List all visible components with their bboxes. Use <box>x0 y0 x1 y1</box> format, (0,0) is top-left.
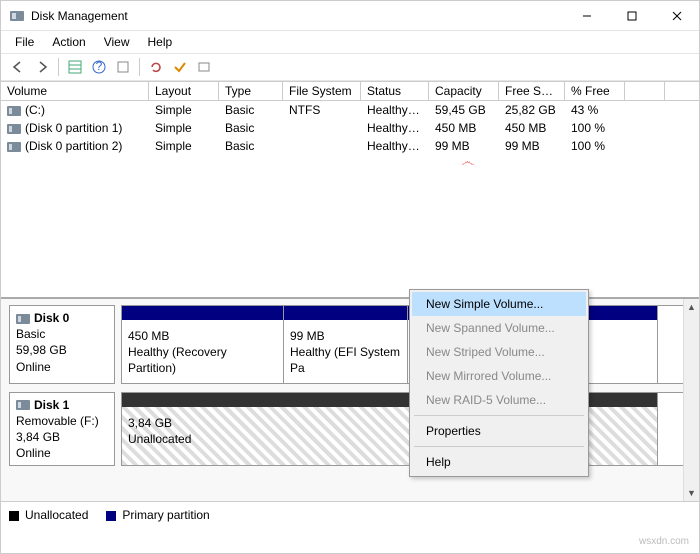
col-status[interactable]: Status <box>361 82 429 100</box>
forward-button[interactable] <box>31 56 53 78</box>
context-menu-item: New Mirrored Volume... <box>412 364 586 388</box>
disk-row: Disk 1Removable (F:)3,84 GBOnline3,84 GB… <box>1 386 699 469</box>
volume-columns-header: Volume Layout Type File System Status Ca… <box>1 81 699 101</box>
drive-icon <box>7 106 21 116</box>
close-button[interactable] <box>654 1 699 30</box>
disk-row: Disk 0Basic59,98 GBOnline450 MBHealthy (… <box>1 299 699 386</box>
drive-icon <box>7 124 21 134</box>
scroll-down-icon[interactable]: ▼ <box>684 485 699 501</box>
menu-view[interactable]: View <box>96 33 138 51</box>
context-menu-item: New RAID-5 Volume... <box>412 388 586 412</box>
svg-text:?: ? <box>96 60 103 73</box>
disk-partition-map: 450 MBHealthy (Recovery Partition)99 MBH… <box>121 305 691 384</box>
titlebar: Disk Management <box>1 1 699 31</box>
col-fs[interactable]: File System <box>283 82 361 100</box>
settings-icon[interactable] <box>112 56 134 78</box>
col-pct[interactable]: % Free <box>565 82 625 100</box>
context-menu-item: New Spanned Volume... <box>412 316 586 340</box>
menu-action[interactable]: Action <box>44 33 93 51</box>
flame-icon: ෴ <box>461 153 474 170</box>
disk-info[interactable]: Disk 0Basic59,98 GBOnline <box>9 305 115 384</box>
scroll-up-icon[interactable]: ▲ <box>684 299 699 315</box>
partition[interactable]: 450 MBHealthy (Recovery Partition) <box>122 306 284 383</box>
maximize-button[interactable] <box>609 1 654 30</box>
col-type[interactable]: Type <box>219 82 283 100</box>
volume-row[interactable]: (Disk 0 partition 1)SimpleBasicHealthy (… <box>1 119 699 137</box>
context-menu: New Simple Volume...New Spanned Volume..… <box>409 289 589 477</box>
legend-primary: Primary partition <box>106 508 209 522</box>
col-capacity[interactable]: Capacity <box>429 82 499 100</box>
menubar: File Action View Help <box>1 31 699 53</box>
context-menu-item[interactable]: New Simple Volume... <box>412 292 586 316</box>
drive-icon <box>7 142 21 152</box>
back-button[interactable] <box>7 56 29 78</box>
help-icon[interactable]: ? <box>88 56 110 78</box>
watermark: wsxdn.com <box>639 536 689 547</box>
disk-icon <box>16 314 30 324</box>
context-menu-separator <box>414 446 584 447</box>
app-icon <box>9 8 25 24</box>
col-layout[interactable]: Layout <box>149 82 219 100</box>
col-volume[interactable]: Volume <box>1 82 149 100</box>
legend: Unallocated Primary partition <box>1 501 699 528</box>
volume-list-pane: Volume Layout Type File System Status Ca… <box>1 81 699 297</box>
vertical-scrollbar[interactable]: ▲ ▼ <box>683 299 699 501</box>
volume-rows: (C:)SimpleBasicNTFSHealthy (B...59,45 GB… <box>1 101 699 155</box>
volume-row[interactable]: (C:)SimpleBasicNTFSHealthy (B...59,45 GB… <box>1 101 699 119</box>
context-menu-item[interactable]: Properties <box>412 419 586 443</box>
col-extra[interactable] <box>625 82 665 100</box>
disk-info[interactable]: Disk 1Removable (F:)3,84 GBOnline <box>9 392 115 467</box>
context-menu-separator <box>414 415 584 416</box>
view-list-icon[interactable] <box>64 56 86 78</box>
context-menu-item: New Striped Volume... <box>412 340 586 364</box>
col-free[interactable]: Free Spa... <box>499 82 565 100</box>
disk-map-pane: Disk 0Basic59,98 GBOnline450 MBHealthy (… <box>1 297 699 501</box>
context-menu-item[interactable]: Help <box>412 450 586 474</box>
minimize-button[interactable] <box>564 1 609 30</box>
menu-file[interactable]: File <box>7 33 42 51</box>
partition[interactable]: 99 MBHealthy (EFI System Pa <box>284 306 408 383</box>
toolbar-separator <box>58 58 59 76</box>
disk-partition-map: 3,84 GBUnallocated <box>121 392 691 467</box>
check-icon[interactable] <box>169 56 191 78</box>
toolbar-separator <box>139 58 140 76</box>
disk-icon <box>16 400 30 410</box>
window-title: Disk Management <box>31 9 564 23</box>
volume-row[interactable]: (Disk 0 partition 2)SimpleBasicHealthy (… <box>1 137 699 155</box>
detail-icon[interactable] <box>193 56 215 78</box>
legend-unallocated: Unallocated <box>9 508 88 522</box>
refresh-icon[interactable] <box>145 56 167 78</box>
toolbar: ? <box>1 53 699 81</box>
menu-help[interactable]: Help <box>140 33 181 51</box>
